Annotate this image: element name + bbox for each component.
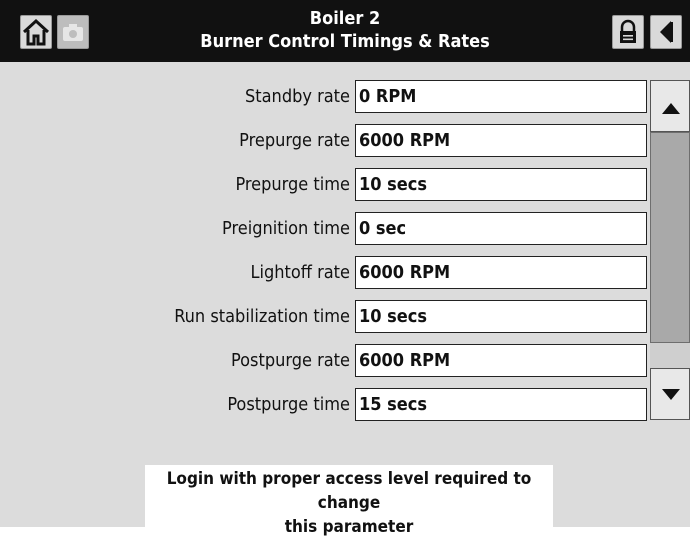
notice-line-1: Login with proper access level required … [166, 469, 532, 513]
param-value-field[interactable]: 15 secs [355, 388, 647, 421]
param-value-field[interactable]: 0 sec [355, 212, 647, 245]
param-value-field[interactable]: 10 secs [355, 300, 647, 333]
param-label: Prepurge time [235, 174, 350, 195]
title-bar: Boiler 2 Burner Control Timings & Rates [0, 0, 690, 62]
param-label: Run stabilization time [174, 306, 350, 327]
param-row-prepurge-time: Prepurge time 10 secs [0, 166, 650, 204]
param-row-standby-rate: Standby rate 0 RPM [0, 78, 650, 116]
param-row-postpurge-time: Postpurge time 15 secs [0, 386, 650, 424]
param-value-field[interactable]: 0 RPM [355, 80, 647, 113]
param-row-postpurge-rate: Postpurge rate 6000 RPM [0, 342, 650, 380]
param-label: Standby rate [245, 86, 350, 107]
scroll-thumb[interactable] [650, 132, 690, 343]
param-label: Postpurge rate [231, 350, 350, 371]
back-button[interactable] [650, 15, 682, 49]
param-label: Lightoff rate [250, 262, 350, 283]
lock-icon [620, 19, 636, 43]
page-title: Boiler 2 [309, 8, 381, 29]
param-row-preignition-time: Preignition time 0 sec [0, 210, 650, 248]
scrollbar[interactable] [650, 80, 690, 420]
triangle-down-icon [662, 389, 680, 400]
param-label: Prepurge rate [239, 130, 350, 151]
param-row-prepurge-rate: Prepurge rate 6000 RPM [0, 122, 650, 160]
notice-line-2: this parameter [284, 517, 414, 537]
param-label: Postpurge time [227, 394, 350, 415]
parameter-panel: Standby rate 0 RPM Prepurge rate 6000 RP… [0, 62, 690, 527]
param-row-lightoff-rate: Lightoff rate 6000 RPM [0, 254, 650, 292]
triangle-up-icon [662, 103, 680, 114]
param-value-field[interactable]: 6000 RPM [355, 256, 647, 289]
page-subtitle: Burner Control Timings & Rates [200, 31, 490, 52]
param-row-run-stabilization-time: Run stabilization time 10 secs [0, 298, 650, 336]
param-value-field[interactable]: 6000 RPM [355, 124, 647, 157]
back-arrow-icon [660, 21, 673, 43]
scroll-up-button[interactable] [650, 80, 690, 132]
access-notice: Login with proper access level required … [145, 465, 553, 537]
param-value-field[interactable]: 6000 RPM [355, 344, 647, 377]
lock-button[interactable] [612, 15, 644, 49]
scroll-down-button[interactable] [650, 368, 690, 420]
param-label: Preignition time [222, 218, 350, 239]
param-value-field[interactable]: 10 secs [355, 168, 647, 201]
